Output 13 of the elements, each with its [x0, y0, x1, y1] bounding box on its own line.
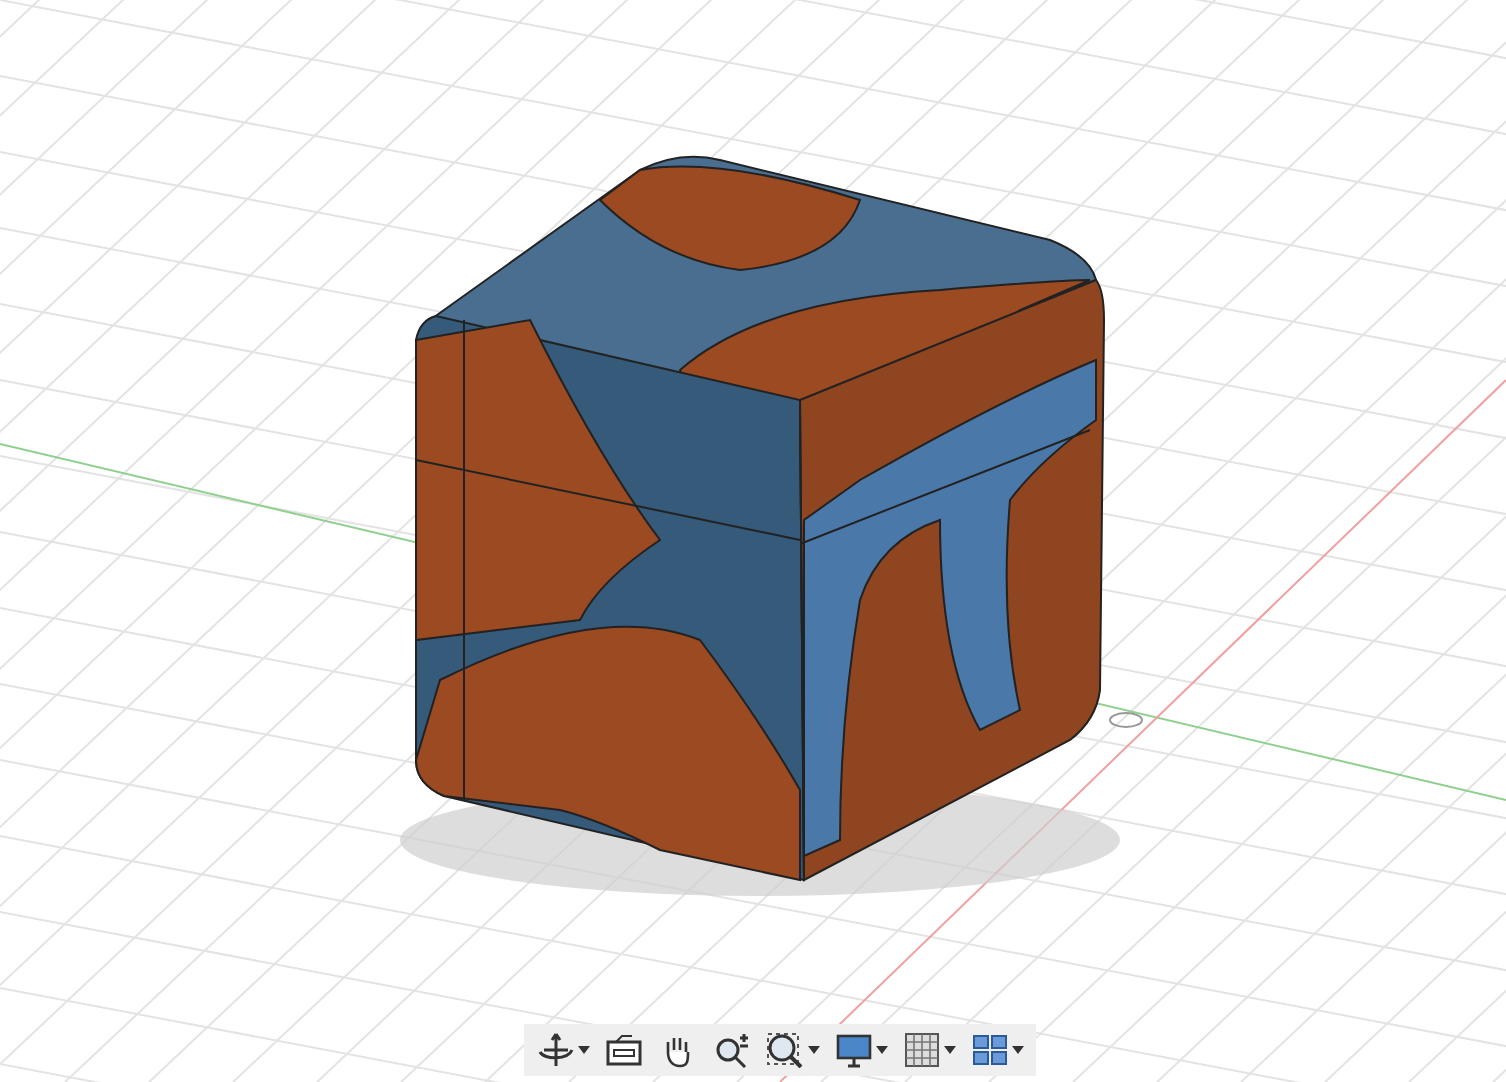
caret-icon [1012, 1046, 1024, 1054]
caret-icon [808, 1046, 820, 1054]
caret-icon [876, 1046, 888, 1054]
grid-icon [902, 1032, 942, 1068]
monitor-icon [834, 1032, 874, 1068]
zoom-icon [712, 1032, 752, 1068]
caret-icon [578, 1046, 590, 1054]
toolbar-button[interactable] [762, 1030, 824, 1070]
orbit-icon [536, 1032, 576, 1068]
caret-icon [944, 1046, 956, 1054]
magnifier-icon [766, 1032, 806, 1068]
layout-icon [970, 1032, 1010, 1068]
window-icon [604, 1032, 644, 1068]
